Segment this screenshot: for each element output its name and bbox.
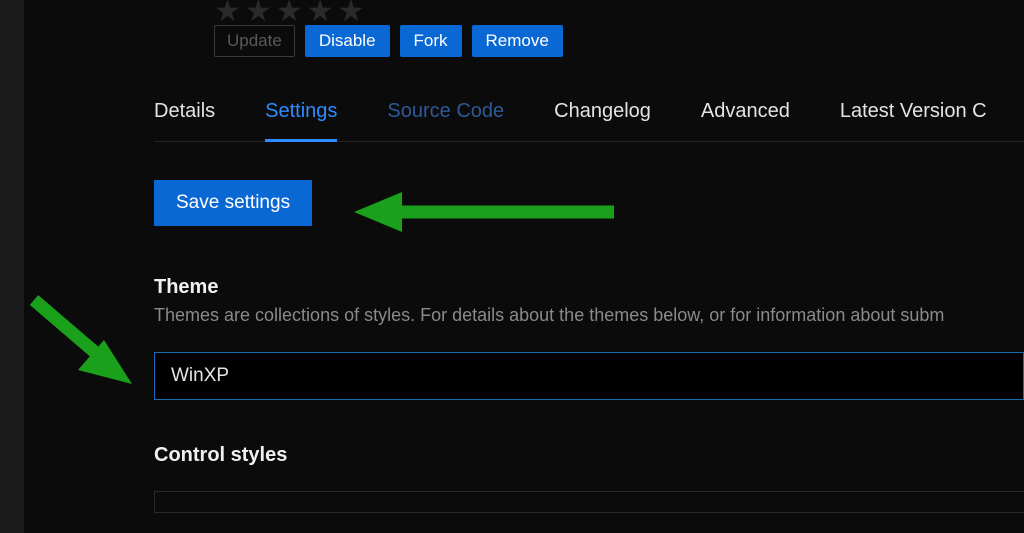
settings-content: Save settings Theme Themes are collectio… bbox=[154, 180, 1024, 513]
control-styles-box[interactable] bbox=[154, 491, 1024, 513]
main-panel: ★★★★★ Update Disable Fork Remove Details… bbox=[24, 0, 1024, 533]
control-styles-title: Control styles bbox=[154, 444, 1024, 467]
theme-section-description: Themes are collections of styles. For de… bbox=[154, 305, 1024, 326]
save-settings-button[interactable]: Save settings bbox=[154, 180, 312, 226]
annotation-arrow-theme bbox=[14, 290, 154, 410]
remove-button[interactable]: Remove bbox=[472, 25, 563, 57]
disable-button[interactable]: Disable bbox=[305, 25, 390, 57]
tab-settings[interactable]: Settings bbox=[265, 100, 337, 123]
theme-select[interactable]: WinXP bbox=[154, 352, 1024, 400]
action-button-row: Update Disable Fork Remove bbox=[214, 25, 563, 57]
tab-bar: Details Settings Source Code Changelog A… bbox=[154, 100, 1024, 142]
tab-latest-version[interactable]: Latest Version C bbox=[840, 100, 987, 123]
update-button[interactable]: Update bbox=[214, 25, 295, 57]
theme-section-title: Theme bbox=[154, 276, 1024, 299]
tab-source-code[interactable]: Source Code bbox=[387, 100, 504, 123]
tab-details[interactable]: Details bbox=[154, 100, 215, 123]
fork-button[interactable]: Fork bbox=[400, 25, 462, 57]
sidebar-strip bbox=[0, 0, 24, 533]
tab-changelog[interactable]: Changelog bbox=[554, 100, 651, 123]
tab-advanced[interactable]: Advanced bbox=[701, 100, 790, 123]
